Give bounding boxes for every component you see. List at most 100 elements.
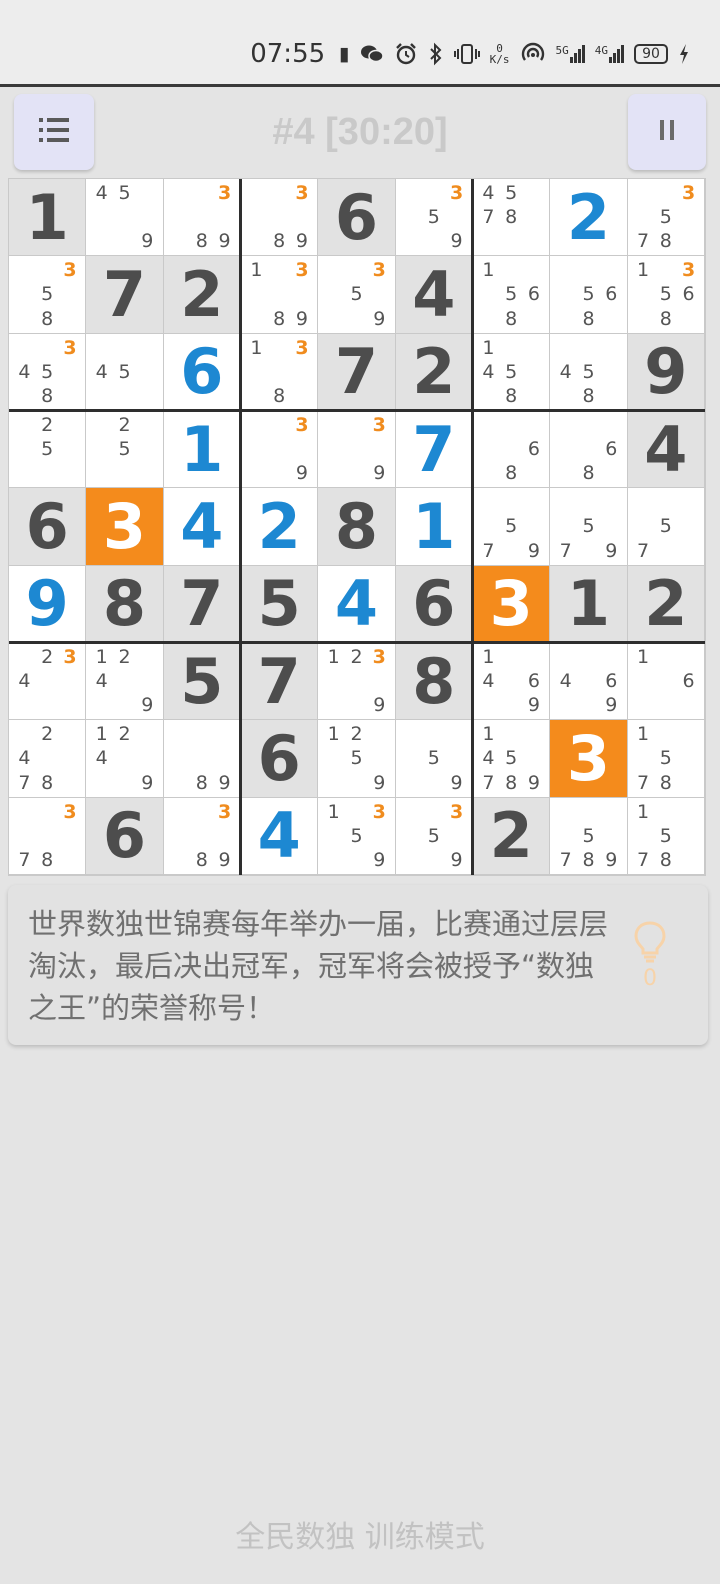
note-digit: 9 xyxy=(373,694,386,717)
note-digit xyxy=(345,461,368,485)
cell-r5c8[interactable]: 57 9 xyxy=(550,488,628,566)
cell-r1c4[interactable]: 3 89 xyxy=(241,179,319,257)
cell-r9c1[interactable]: 3 78 xyxy=(9,797,87,875)
cell-r7c3[interactable]: 5 xyxy=(163,643,241,721)
cell-r5c5[interactable]: 8 xyxy=(318,488,396,566)
note-digit: 3 xyxy=(681,259,696,282)
cell-r2c8[interactable]: 568 xyxy=(550,256,628,334)
cell-r8c7[interactable]: 145789 xyxy=(473,720,551,798)
cell-r8c4[interactable]: 6 xyxy=(241,720,319,798)
cell-r5c3[interactable]: 4 xyxy=(163,488,241,566)
cell-r1c7[interactable]: 4578 xyxy=(473,179,551,257)
cell-r8c8[interactable]: 3 xyxy=(550,720,628,798)
pause-button[interactable] xyxy=(628,94,706,170)
cell-r9c5[interactable]: 1 359 xyxy=(318,797,396,875)
cell-r5c4[interactable]: 2 xyxy=(241,488,319,566)
cell-r7c9[interactable]: 16 xyxy=(627,643,705,721)
cell-r2c7[interactable]: 1568 xyxy=(473,256,551,334)
cell-r2c3[interactable]: 2 xyxy=(163,256,241,334)
cell-r4c8[interactable]: 68 xyxy=(550,411,628,489)
cell-r8c3[interactable]: 89 xyxy=(163,720,241,798)
cell-r3c7[interactable]: 1458 xyxy=(473,333,551,411)
cell-notes: 145789 xyxy=(477,722,545,794)
note-digit xyxy=(677,771,700,795)
cell-r2c4[interactable]: 1 3 89 xyxy=(241,256,319,334)
cell-r6c4[interactable]: 5 xyxy=(241,565,319,643)
cell-r7c4[interactable]: 7 xyxy=(241,643,319,721)
cell-r7c5[interactable]: 123 9 xyxy=(318,643,396,721)
cell-r6c3[interactable]: 7 xyxy=(163,565,241,643)
note-digit: 8 xyxy=(273,307,286,330)
cell-r6c9[interactable]: 2 xyxy=(627,565,705,643)
cell-r7c1[interactable]: 23 4 xyxy=(9,643,87,721)
cell-r6c8[interactable]: 1 xyxy=(550,565,628,643)
cell-r5c7[interactable]: 57 9 xyxy=(473,488,551,566)
note-digit: 5 xyxy=(582,515,595,538)
cell-notes: 359 xyxy=(322,258,390,330)
cell-r6c1[interactable]: 9 xyxy=(9,565,87,643)
cell-r4c4[interactable]: 39 xyxy=(241,411,319,489)
cell-r8c9[interactable]: 1578 xyxy=(627,720,705,798)
cell-r3c5[interactable]: 7 xyxy=(318,333,396,411)
note-digit xyxy=(554,800,577,824)
cell-r9c3[interactable]: 3 89 xyxy=(163,797,241,875)
cell-r6c7[interactable]: 3 xyxy=(473,565,551,643)
cell-r9c4[interactable]: 4 xyxy=(241,797,319,875)
cell-r4c2[interactable]: 25 xyxy=(86,411,164,489)
cell-r4c1[interactable]: 25 xyxy=(9,411,87,489)
cell-r4c5[interactable]: 39 xyxy=(318,411,396,489)
cell-r1c2[interactable]: 45 9 xyxy=(86,179,164,257)
cell-r3c9[interactable]: 9 xyxy=(627,333,705,411)
cell-r2c5[interactable]: 359 xyxy=(318,256,396,334)
cell-notes: 5789 xyxy=(554,800,622,872)
cell-r3c2[interactable]: 45 xyxy=(86,333,164,411)
cell-r5c2[interactable]: 3 xyxy=(86,488,164,566)
cell-r3c4[interactable]: 1 3 8 xyxy=(241,333,319,411)
cell-r7c7[interactable]: 14 69 xyxy=(473,643,551,721)
hint-button[interactable]: 0 xyxy=(630,920,670,991)
cell-r8c2[interactable]: 124 9 xyxy=(86,720,164,798)
cell-r7c2[interactable]: 124 9 xyxy=(86,643,164,721)
cell-r7c8[interactable]: 4 69 xyxy=(550,643,628,721)
cell-r3c3[interactable]: 6 xyxy=(163,333,241,411)
cell-r1c6[interactable]: 359 xyxy=(395,179,473,257)
note-digit xyxy=(59,722,82,746)
cell-r2c1[interactable]: 358 xyxy=(9,256,87,334)
cell-r6c6[interactable]: 6 xyxy=(395,565,473,643)
cell-r8c6[interactable]: 59 xyxy=(395,720,473,798)
cell-r3c6[interactable]: 2 xyxy=(395,333,473,411)
cell-notes: 39 xyxy=(245,413,313,485)
cell-r8c1[interactable]: 2478 xyxy=(9,720,87,798)
cell-r5c6[interactable]: 1 xyxy=(395,488,473,566)
cell-r9c7[interactable]: 2 xyxy=(473,797,551,875)
cell-r2c9[interactable]: 1 3568 xyxy=(627,256,705,334)
cell-r9c6[interactable]: 359 xyxy=(395,797,473,875)
cell-r1c9[interactable]: 3578 xyxy=(627,179,705,257)
cell-r8c5[interactable]: 1259 xyxy=(318,720,396,798)
cell-r4c9[interactable]: 4 xyxy=(627,411,705,489)
cell-r2c6[interactable]: 4 xyxy=(395,256,473,334)
cell-r1c3[interactable]: 3 89 xyxy=(163,179,241,257)
cell-r1c1[interactable]: 1 xyxy=(9,179,87,257)
menu-button[interactable] xyxy=(14,94,94,170)
note-digit xyxy=(113,461,136,485)
cell-r4c3[interactable]: 1 xyxy=(163,411,241,489)
cell-r3c8[interactable]: 458 xyxy=(550,333,628,411)
cell-r6c5[interactable]: 4 xyxy=(318,565,396,643)
cell-r4c7[interactable]: 68 xyxy=(473,411,551,489)
cell-r1c5[interactable]: 6 xyxy=(318,179,396,257)
note-digit xyxy=(59,413,82,437)
cell-r2c2[interactable]: 7 xyxy=(86,256,164,334)
cell-r9c9[interactable]: 1578 xyxy=(627,797,705,875)
note-digit xyxy=(13,824,36,848)
cell-r7c6[interactable]: 8 xyxy=(395,643,473,721)
cell-r5c9[interactable]: 57 xyxy=(627,488,705,566)
note-digit: 2 xyxy=(41,414,54,436)
cell-r4c6[interactable]: 7 xyxy=(395,411,473,489)
cell-r9c8[interactable]: 5789 xyxy=(550,797,628,875)
cell-r3c1[interactable]: 3 458 xyxy=(9,333,87,411)
cell-r5c1[interactable]: 6 xyxy=(9,488,87,566)
cell-r9c2[interactable]: 6 xyxy=(86,797,164,875)
cell-r1c8[interactable]: 2 xyxy=(550,179,628,257)
cell-r6c2[interactable]: 8 xyxy=(86,565,164,643)
